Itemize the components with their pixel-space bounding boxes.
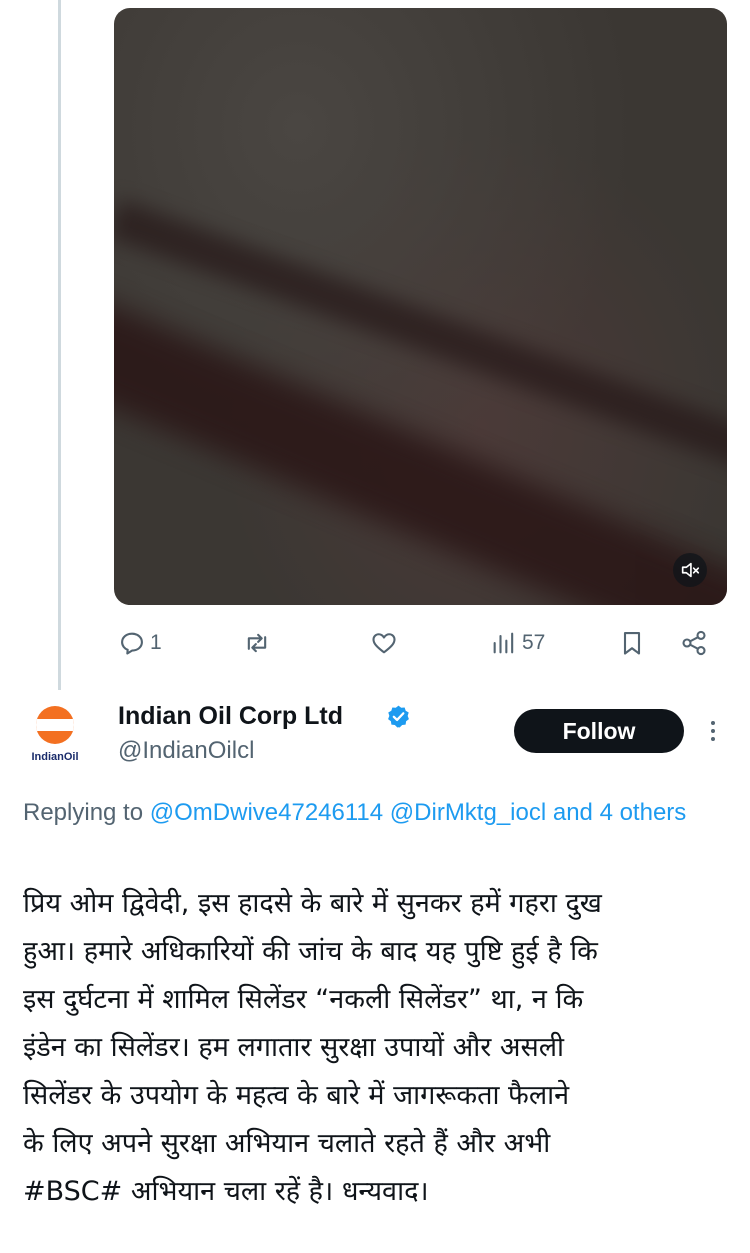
speaker-muted-icon: [681, 562, 700, 578]
follow-button[interactable]: Follow: [514, 709, 684, 753]
tweet-text-line: #BSC# अभियान चला रहें है। धन्यवाद।: [23, 1176, 429, 1207]
tweet-text-line: इस दुर्घटना में शामिल सिलेंडर “नकली सिले…: [23, 984, 584, 1015]
tweet-text-line: के लिए अपने सुरक्षा अभियान चलाते रहते है…: [23, 1128, 551, 1159]
tweet-action-bar: 1 57: [118, 625, 718, 661]
author-avatar[interactable]: IndianOil: [23, 703, 87, 769]
reply-icon: [121, 632, 143, 655]
author-display-name[interactable]: Indian Oil Corp Ltd: [118, 702, 343, 731]
views-count: 57: [522, 631, 546, 654]
others-link[interactable]: and 4 others: [553, 799, 686, 826]
repost-icon: [247, 633, 267, 653]
bookmark-button[interactable]: [618, 625, 646, 661]
author-handle[interactable]: @IndianOilcl: [118, 737, 254, 765]
tweet-text-line: इंडेन का सिलेंडर। हम लगातार सुरक्षा उपाय…: [23, 1032, 565, 1063]
views-chart-icon: [493, 632, 514, 654]
reply-button[interactable]: 1: [118, 625, 162, 661]
share-icon: [682, 630, 706, 656]
tweet-text-line: सिलेंडर के उपयोग के महत्व के बारे में जा…: [23, 1080, 570, 1111]
bookmark-icon: [623, 632, 641, 655]
tweet-text-line: हुआ। हमारे अधिकारियों की जांच के बाद यह …: [23, 936, 598, 967]
tweet-text-line: प्रिय ओम द्विवेदी, इस हादसे के बारे में …: [23, 888, 602, 919]
indianoil-logo: [36, 706, 74, 744]
views-button[interactable]: 57: [490, 625, 545, 661]
mention-link[interactable]: @OmDwive47246114: [150, 799, 383, 826]
tweet-text: प्रिय ओम द्विवेदी, इस हादसे के बारे में …: [23, 880, 745, 1216]
mention-link[interactable]: @DirMktg_iocl: [390, 799, 546, 826]
more-options-icon[interactable]: [704, 714, 722, 748]
heart-icon: [372, 633, 396, 654]
share-button[interactable]: [680, 625, 708, 661]
verified-badge-icon: [388, 705, 409, 728]
reply-count: 1: [150, 631, 162, 654]
mute-toggle-button[interactable]: [673, 553, 707, 587]
replying-to-prefix: Replying to: [23, 799, 144, 826]
like-button[interactable]: [370, 625, 402, 661]
repost-button[interactable]: [243, 625, 275, 661]
avatar-brand-label: IndianOil: [31, 751, 79, 763]
video-player[interactable]: [114, 8, 727, 605]
replying-to-line: Replying to @OmDwive47246114 @DirMktg_io…: [23, 793, 745, 832]
thread-connector-line: [58, 0, 61, 690]
